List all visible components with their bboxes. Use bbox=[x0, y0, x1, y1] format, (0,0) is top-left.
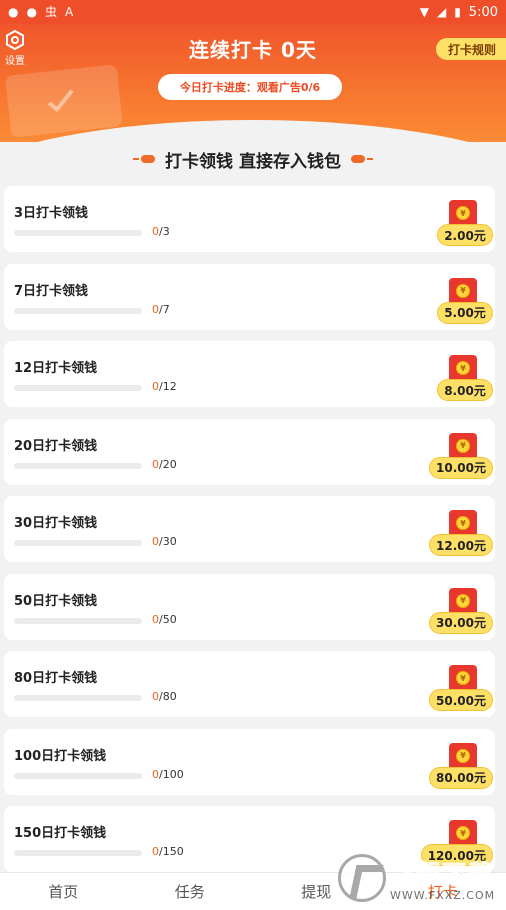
reward-progress-count: 0/7 bbox=[152, 303, 170, 316]
reward-progress-current: 0 bbox=[152, 302, 159, 316]
arrow-decoration-left bbox=[133, 154, 156, 164]
watermark-url: WWW.FXXZ.COM bbox=[390, 889, 496, 902]
coin-icon: ¥ bbox=[456, 516, 470, 530]
reward-progress-target: /50 bbox=[159, 612, 177, 626]
reward-amount-badge: 2.00元 bbox=[437, 224, 493, 246]
reward-progress-target: /3 bbox=[159, 225, 170, 238]
coin-icon: ¥ bbox=[456, 593, 470, 608]
reward-progress-bar bbox=[14, 230, 142, 236]
reward-card[interactable]: 12日打卡领钱 0/12 ¥8.00元 bbox=[4, 341, 495, 407]
reward-progress-current: 0 bbox=[152, 767, 159, 781]
reward-amount-badge: 30.00元 bbox=[429, 611, 493, 634]
reward-amount-badge: 50.00元 bbox=[429, 689, 493, 711]
reward-progress-current: 0 bbox=[152, 535, 159, 548]
status-bar: ● ● 虫 A ▼ ◢ ▮ 5:00 bbox=[0, 0, 506, 24]
section-title: 打卡领钱 直接存入钱包 bbox=[0, 146, 506, 172]
reward-name: 100日打卡领钱 bbox=[14, 748, 107, 764]
reward-amount-badge: 10.00元 bbox=[429, 456, 493, 479]
reward-card[interactable]: 80日打卡领钱 0/80 ¥50.00元 bbox=[4, 651, 495, 717]
reward-progress-count: 0/3 bbox=[152, 225, 170, 238]
reward-progress-count: 0/100 bbox=[152, 768, 184, 781]
reward-progress-current: 0 bbox=[152, 612, 159, 626]
reward-card[interactable]: 100日打卡领钱 0/100 ¥80.00元 bbox=[4, 728, 495, 795]
reward-progress-count: 0/50 bbox=[152, 613, 177, 626]
reward-card[interactable]: 7日打卡领钱 0/7 ¥5.00元 bbox=[4, 263, 495, 330]
penguin-icon: ● bbox=[8, 5, 19, 19]
reward-progress-current: 0 bbox=[152, 845, 159, 858]
penguin-icon-2: ● bbox=[26, 5, 37, 19]
tab-tasks[interactable]: 任务 bbox=[127, 873, 254, 910]
reward-progress-target: /20 bbox=[159, 457, 177, 471]
reward-card[interactable]: 50日打卡领钱 0/50 ¥30.00元 bbox=[4, 573, 495, 640]
reward-amount-badge: 12.00元 bbox=[429, 534, 493, 556]
coin-icon: ¥ bbox=[456, 748, 470, 763]
checkin-header: 设置 连续打卡 0天 打卡规则 今日打卡进度：观看广告0/6 bbox=[0, 24, 506, 142]
status-time: 5:00 bbox=[468, 4, 498, 20]
reward-amount-badge: 80.00元 bbox=[429, 766, 493, 789]
reward-name: 7日打卡领钱 bbox=[14, 283, 89, 299]
reward-name: 30日打卡领钱 bbox=[14, 516, 98, 531]
reward-progress-bar bbox=[14, 772, 142, 779]
notification-icon: A bbox=[64, 5, 74, 19]
reward-name: 3日打卡领钱 bbox=[14, 206, 89, 221]
arrow-decoration-right bbox=[351, 154, 373, 164]
reward-card[interactable]: 20日打卡领钱 0/20 ¥10.00元 bbox=[4, 418, 495, 485]
reward-progress-bar bbox=[14, 385, 142, 391]
tab-home[interactable]: 首页 bbox=[0, 873, 127, 910]
bug-icon: 虫 bbox=[44, 5, 57, 19]
reward-progress-bar bbox=[14, 462, 142, 469]
reward-card[interactable]: 3日打卡领钱 0/3 ¥2.00元 bbox=[4, 186, 495, 252]
reward-amount-badge: 8.00元 bbox=[437, 379, 493, 401]
reward-progress-target: /150 bbox=[159, 845, 184, 858]
coin-icon: ¥ bbox=[456, 206, 470, 220]
reward-progress-current: 0 bbox=[152, 690, 159, 703]
reward-progress-bar bbox=[14, 695, 142, 701]
reward-card[interactable]: 30日打卡领钱 0/30 ¥12.00元 bbox=[4, 496, 495, 562]
reward-name: 50日打卡领钱 bbox=[14, 593, 98, 609]
reward-progress-target: /100 bbox=[159, 767, 184, 781]
site-watermark: 飞翔下载 WWW.FXXZ.COM bbox=[338, 848, 504, 908]
reward-progress-count: 0/12 bbox=[152, 380, 177, 393]
section-title-text: 打卡领钱 直接存入钱包 bbox=[165, 151, 341, 172]
reward-name: 80日打卡领钱 bbox=[14, 671, 98, 686]
coin-icon: ¥ bbox=[456, 438, 470, 453]
reward-name: 20日打卡领钱 bbox=[14, 438, 98, 454]
watermark-text: 飞翔下载 bbox=[389, 860, 494, 889]
reward-progress-count: 0/30 bbox=[152, 535, 177, 548]
reward-progress-target: /12 bbox=[159, 380, 177, 393]
reward-progress-bar bbox=[14, 540, 142, 546]
battery-icon: ▮ bbox=[454, 5, 461, 19]
signal-icon: ◢ bbox=[436, 5, 447, 19]
reward-progress-current: 0 bbox=[152, 380, 159, 393]
reward-progress-count: 0/80 bbox=[152, 690, 177, 703]
reward-progress-bar bbox=[14, 850, 142, 856]
reward-progress-current: 0 bbox=[152, 457, 159, 471]
reward-progress-target: /7 bbox=[159, 302, 170, 316]
coin-icon: ¥ bbox=[456, 826, 470, 840]
wallet-decoration bbox=[5, 64, 123, 138]
reward-progress-target: /30 bbox=[159, 535, 177, 548]
wifi-icon: ▼ bbox=[419, 5, 429, 19]
reward-name: 12日打卡领钱 bbox=[14, 361, 98, 376]
reward-amount-badge: 5.00元 bbox=[437, 301, 493, 324]
checkin-rules-button[interactable]: 打卡规则 bbox=[435, 38, 506, 60]
page-title: 连续打卡 0天 bbox=[189, 38, 317, 62]
reward-progress-target: /80 bbox=[159, 690, 177, 703]
coin-icon: ¥ bbox=[456, 671, 470, 685]
reward-progress-bar bbox=[14, 307, 142, 314]
reward-progress-count: 0/20 bbox=[152, 458, 177, 471]
reward-progress-count: 0/150 bbox=[152, 845, 184, 858]
coin-icon: ¥ bbox=[456, 361, 470, 375]
reward-name: 150日打卡领钱 bbox=[14, 826, 107, 841]
today-progress-pill: 今日打卡进度：观看广告0/6 bbox=[158, 74, 342, 100]
reward-progress-bar bbox=[14, 617, 142, 624]
watermark-logo-icon bbox=[338, 854, 386, 902]
reward-progress-current: 0 bbox=[152, 225, 159, 238]
coin-icon: ¥ bbox=[456, 283, 470, 298]
